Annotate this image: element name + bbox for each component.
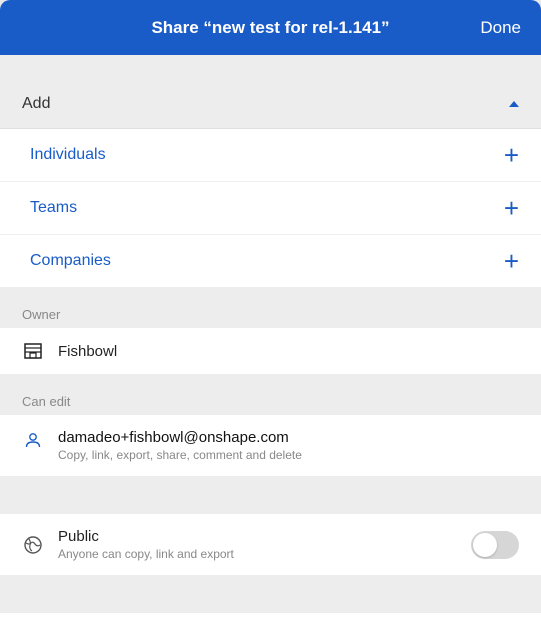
owner-row: Fishbowl xyxy=(0,328,541,374)
add-item-label: Companies xyxy=(30,252,111,270)
add-companies-row[interactable]: Companies + xyxy=(0,235,541,287)
add-label: Add xyxy=(22,95,50,113)
plus-icon: + xyxy=(504,142,519,168)
company-icon xyxy=(22,342,44,360)
link-sharing-row: Turn on link sharing Allow anyone with t… xyxy=(0,613,541,621)
public-row: Public Anyone can copy, link and export xyxy=(0,514,541,575)
owner-section-label: Owner xyxy=(0,287,541,328)
can-edit-user-row[interactable]: damadeo+fishbowl@onshape.com Copy, link,… xyxy=(0,415,541,476)
modal-title: Share “new test for rel-1.141” xyxy=(151,18,389,38)
add-teams-row[interactable]: Teams + xyxy=(0,182,541,235)
add-expand-header[interactable]: Add xyxy=(0,80,541,129)
chevron-up-icon xyxy=(509,101,519,107)
share-modal: Share “new test for rel-1.141” Done Add … xyxy=(0,0,541,621)
public-title: Public xyxy=(58,528,457,545)
globe-icon xyxy=(22,535,44,555)
done-button[interactable]: Done xyxy=(480,18,521,38)
owner-name: Fishbowl xyxy=(58,343,519,360)
public-sub: Anyone can copy, link and export xyxy=(58,547,457,561)
can-edit-section-label: Can edit xyxy=(0,374,541,415)
plus-icon: + xyxy=(504,195,519,221)
user-email: damadeo+fishbowl@onshape.com xyxy=(58,429,519,446)
public-toggle[interactable] xyxy=(471,531,519,559)
modal-header: Share “new test for rel-1.141” Done xyxy=(0,0,541,55)
modal-body: Add Individuals + Teams + Companies + Ow… xyxy=(0,55,541,621)
add-individuals-row[interactable]: Individuals + xyxy=(0,129,541,182)
plus-icon: + xyxy=(504,248,519,274)
person-icon xyxy=(22,429,44,449)
add-item-label: Individuals xyxy=(30,146,106,164)
add-item-label: Teams xyxy=(30,199,77,217)
user-permissions: Copy, link, export, share, comment and d… xyxy=(58,448,519,462)
add-section: Individuals + Teams + Companies + xyxy=(0,129,541,287)
